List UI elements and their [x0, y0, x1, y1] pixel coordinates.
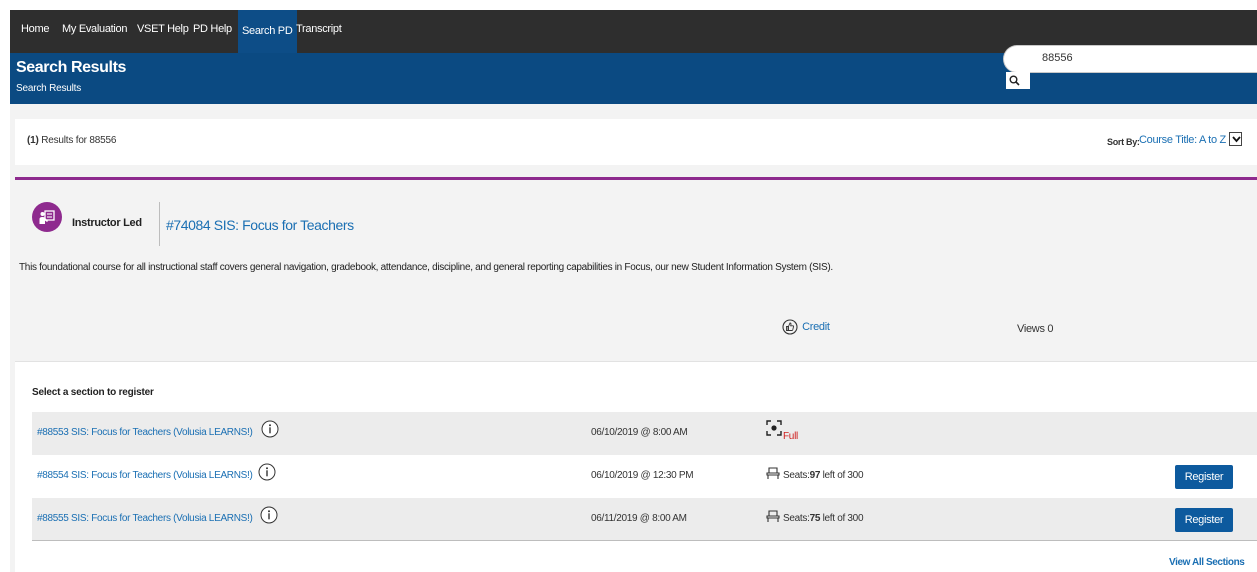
section-row: #88553 SIS: Focus for Teachers (Volusia … — [32, 412, 1257, 455]
sort-value: Course Title: A to Z — [1139, 133, 1226, 146]
full-status-icon — [766, 420, 782, 436]
nav-transcript[interactable]: Transcript — [296, 23, 342, 35]
instructor-led-icon — [32, 202, 62, 232]
results-text: Results for 88556 — [41, 135, 117, 146]
info-icon[interactable] — [258, 463, 276, 481]
section-date: 06/10/2019 @ 8:00 AM — [591, 427, 688, 438]
section-seats: Seats:75 left of 300 — [783, 513, 864, 524]
sections-heading: Select a section to register — [32, 387, 154, 398]
credit-label: Credit — [802, 321, 830, 333]
section-date: 06/11/2019 @ 8:00 AM — [591, 513, 687, 524]
section-link[interactable]: #88553 SIS: Focus for Teachers (Volusia … — [37, 427, 253, 438]
nav-vset-help[interactable]: VSET Help — [137, 23, 189, 35]
nav-my-evaluation[interactable]: My Evaluation — [62, 23, 128, 35]
views-count: Views 0 — [1017, 323, 1054, 335]
credit-link[interactable]: Credit — [782, 319, 830, 335]
search-icon — [1009, 75, 1020, 86]
register-button[interactable]: Register — [1175, 465, 1233, 489]
section-link[interactable]: #88555 SIS: Focus for Teachers (Volusia … — [37, 513, 253, 524]
section-seats: Seats:97 left of 300 — [783, 470, 864, 481]
info-icon[interactable] — [260, 506, 278, 524]
section-row: #88555 SIS: Focus for Teachers (Volusia … — [32, 498, 1257, 541]
section-row: #88554 SIS: Focus for Teachers (Volusia … — [32, 455, 1257, 498]
results-number: (1) — [27, 135, 39, 146]
course-description: This foundational course for all instruc… — [19, 262, 833, 273]
seat-icon — [766, 467, 780, 479]
divider — [159, 202, 160, 246]
section-date: 06/10/2019 @ 12:30 PM — [591, 470, 694, 481]
seats-available: 97 — [809, 470, 821, 481]
seats-label: Seats: — [783, 513, 810, 524]
register-button[interactable]: Register — [1175, 508, 1233, 532]
thumbs-up-icon — [782, 319, 798, 335]
nav-home[interactable]: Home — [21, 23, 49, 35]
breadcrumb: Search Results — [16, 83, 82, 94]
top-strip — [0, 0, 1257, 10]
sort-label: Sort By: — [1107, 137, 1140, 147]
search-input[interactable] — [1042, 50, 1242, 66]
results-bar: (1) Results for 88556 Sort By: Course Ti… — [15, 119, 1257, 165]
nav-search-pd[interactable]: Search PD — [238, 10, 297, 53]
seats-available: 75 — [809, 513, 821, 524]
results-count: (1) Results for 88556 — [27, 135, 116, 146]
course-card: Instructor Led #74084 SIS: Focus for Tea… — [15, 177, 1257, 361]
course-title-link[interactable]: #74084 SIS: Focus for Teachers — [166, 217, 354, 233]
page-title: Search Results — [16, 59, 127, 76]
seats-total: left of 300 — [822, 470, 864, 481]
seats-label: Seats: — [783, 470, 810, 481]
view-all-sections-link[interactable]: View All Sections — [1169, 557, 1245, 568]
sort-select[interactable]: Course Title: A to Z — [1139, 132, 1242, 147]
chevron-down-icon[interactable] — [1228, 132, 1242, 146]
seat-icon — [766, 510, 780, 522]
section-status-full: Full — [783, 431, 798, 442]
section-link[interactable]: #88554 SIS: Focus for Teachers (Volusia … — [37, 470, 253, 481]
search-button[interactable] — [1006, 72, 1030, 89]
info-icon[interactable] — [261, 420, 279, 438]
nav-pd-help[interactable]: PD Help — [193, 23, 232, 35]
search-box — [1003, 45, 1257, 73]
seats-total: left of 300 — [822, 513, 864, 524]
sections-panel: Select a section to register #88553 SIS:… — [15, 361, 1257, 572]
course-type: Instructor Led — [72, 217, 142, 229]
